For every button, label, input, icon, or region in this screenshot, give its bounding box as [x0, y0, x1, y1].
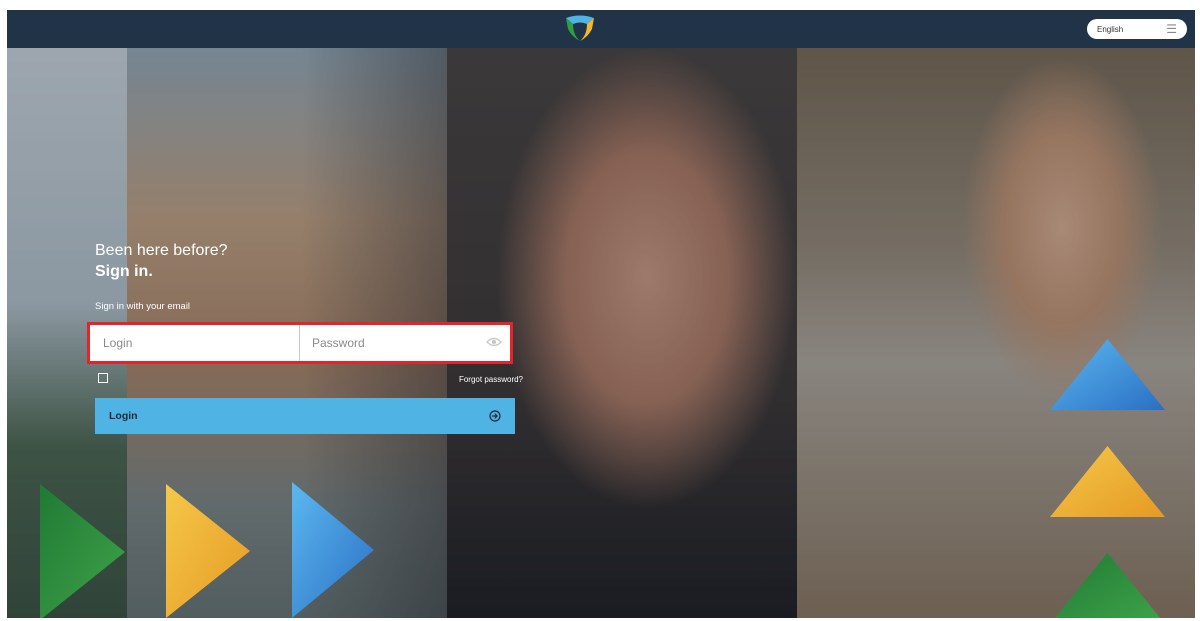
brand-shield-logo-icon[interactable] — [563, 12, 597, 46]
sign-in-heading: Sign in. — [95, 263, 153, 280]
green-triangle-left — [40, 484, 125, 618]
green-triangle-right — [1054, 553, 1161, 618]
sign-in-subtitle: Sign in with your email — [95, 301, 191, 312]
password-input[interactable] — [300, 325, 510, 361]
blue-triangle-right — [1050, 339, 1165, 410]
language-selected-value: English — [1097, 24, 1124, 34]
arrow-circle-right-icon — [489, 410, 501, 422]
forgot-password-link[interactable]: Forgot password? — [459, 375, 523, 384]
top-navigation-bar: English ☰ — [7, 10, 1195, 48]
hamburger-menu-icon: ☰ — [1166, 22, 1177, 36]
password-field-wrapper — [300, 325, 510, 361]
language-selector[interactable]: English ☰ — [1087, 19, 1187, 39]
login-input[interactable] — [90, 325, 300, 361]
sign-in-heading-question: Been here before? — [95, 242, 228, 259]
app-frame: English ☰ Been here before? Sign in. Sig… — [7, 10, 1195, 618]
credentials-input-group — [87, 322, 513, 364]
remember-me-checkbox[interactable] — [98, 373, 108, 383]
yellow-triangle-left — [166, 484, 250, 618]
login-button-label: Login — [109, 410, 138, 422]
eye-icon[interactable] — [486, 336, 502, 348]
blue-triangle-left — [292, 482, 374, 618]
login-button[interactable]: Login — [95, 398, 515, 434]
yellow-triangle-right — [1050, 446, 1165, 517]
